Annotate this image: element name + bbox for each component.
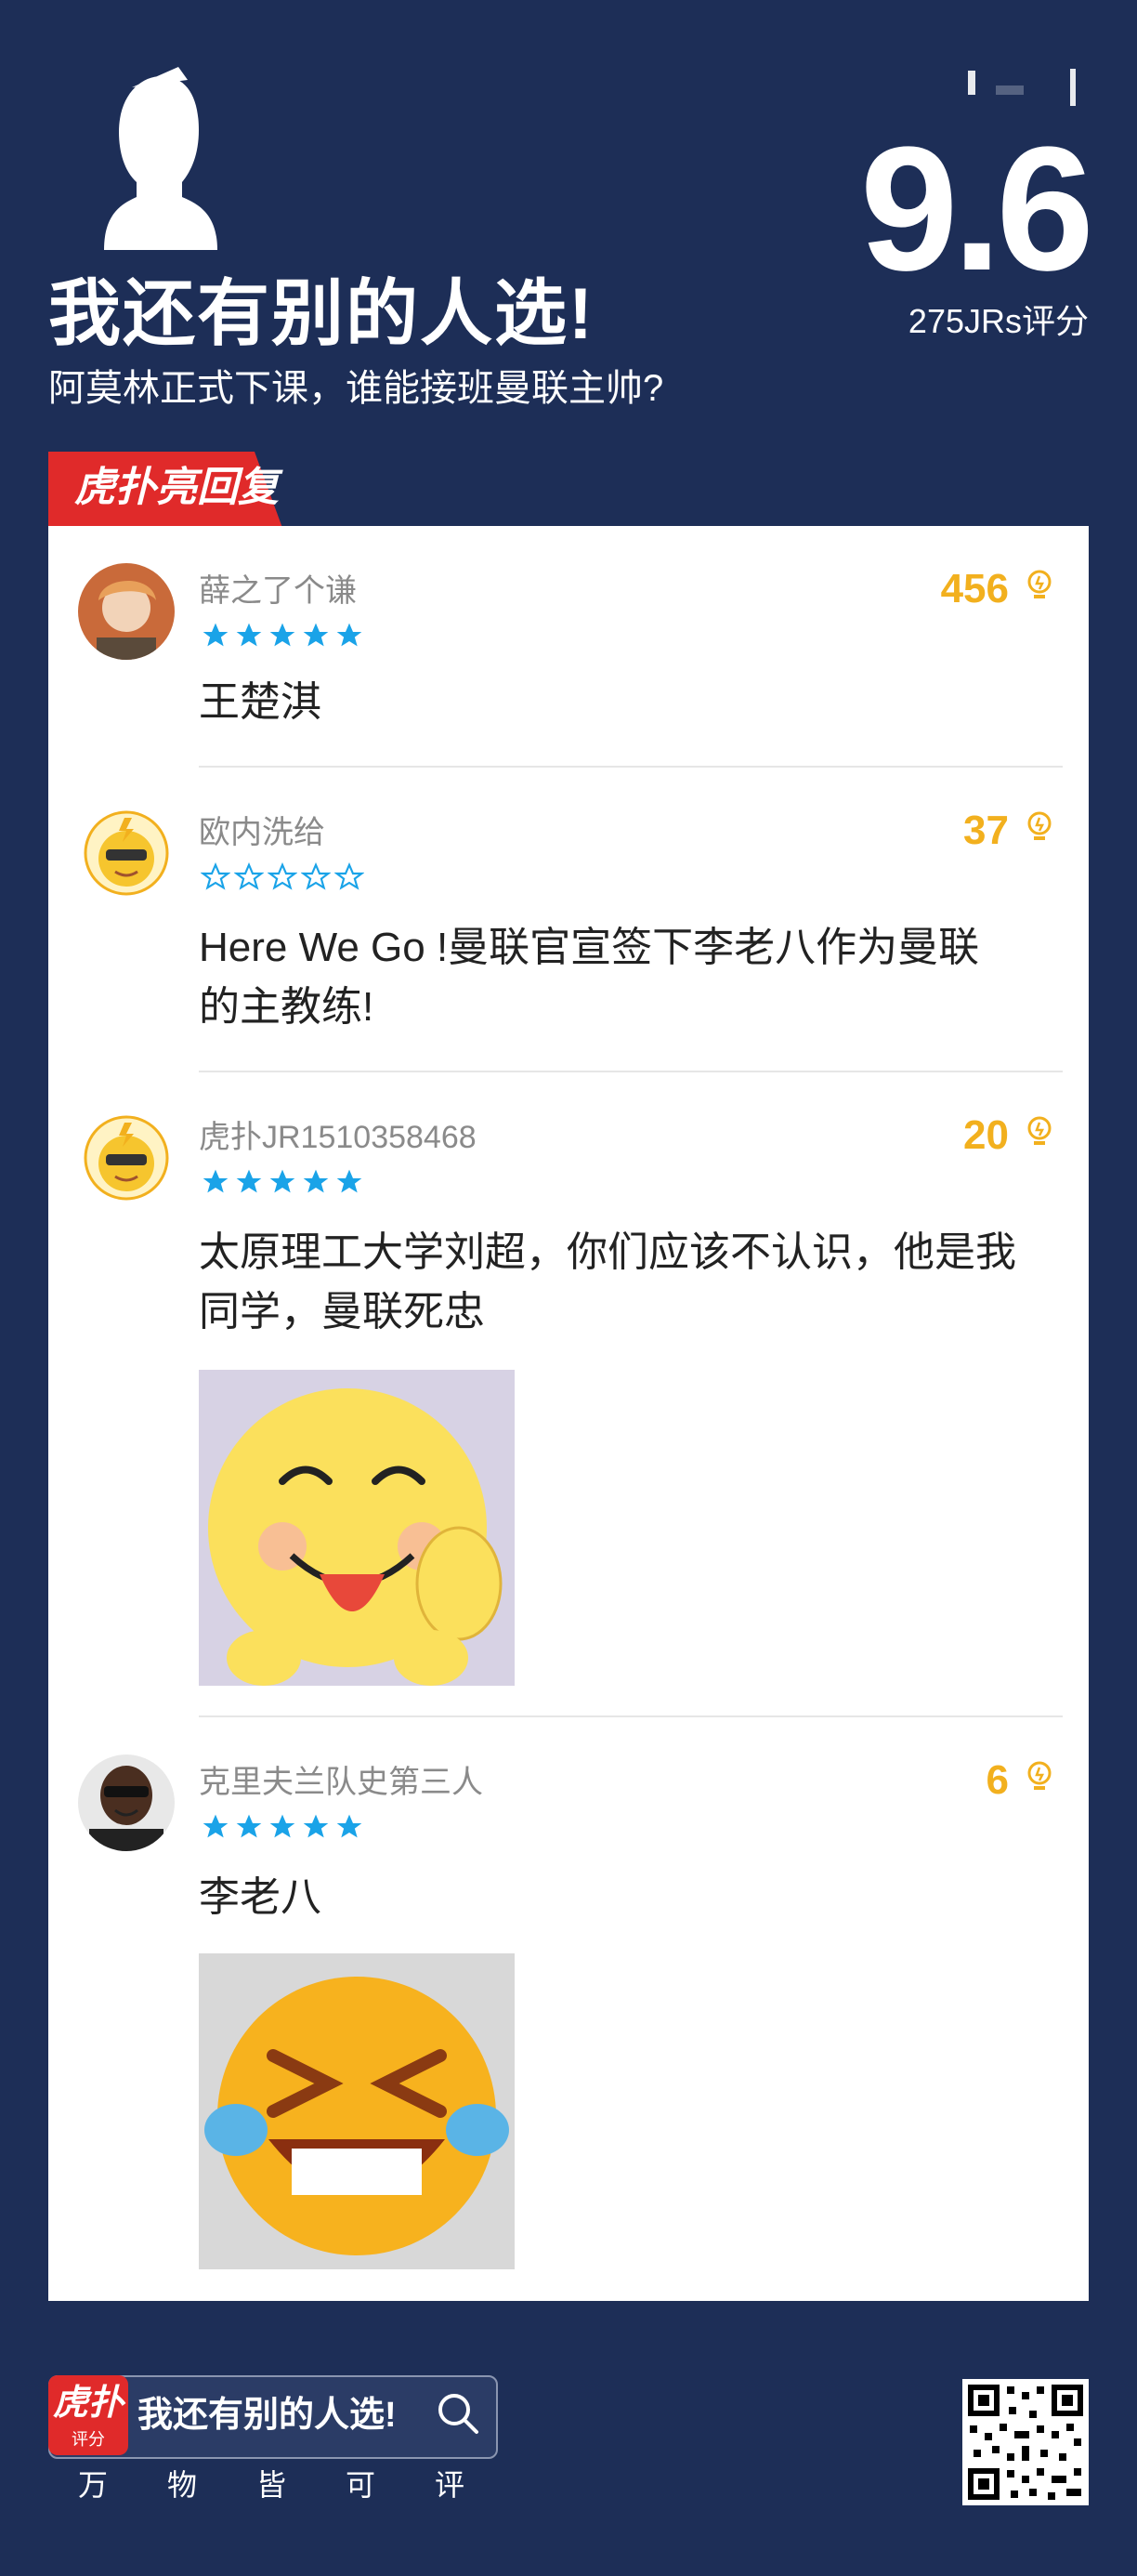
reply-text-line: 太原理工大学刘超，你们应该不认识，他是我 <box>199 1229 1016 1275</box>
star-filled-icon <box>203 1169 229 1193</box>
star-filled-icon <box>236 1169 262 1193</box>
slogan-char: 皆 <box>255 2468 286 2502</box>
reply-text: 李老八 <box>199 1874 321 1920</box>
star-rating <box>201 862 364 892</box>
score-value: 9.6 <box>859 111 1094 308</box>
star-filled-icon <box>269 1814 295 1838</box>
star-rating <box>201 1167 364 1197</box>
search-icon[interactable] <box>435 2390 481 2437</box>
laughing-tears-emoji-image[interactable] <box>199 1953 515 2269</box>
app-logo-subtext: 评分 <box>72 2430 105 2449</box>
star-filled-icon <box>236 623 262 647</box>
reply-text-line: 的主教练! <box>199 984 374 1030</box>
avatar[interactable] <box>78 1110 175 1206</box>
star-filled-icon <box>203 1814 229 1838</box>
banner-label: 虎扑亮回复 <box>74 465 279 510</box>
star-filled-icon <box>269 623 295 647</box>
star-filled-icon <box>336 1814 362 1838</box>
reply-username[interactable]: 虎扑JR1510358468 <box>199 1117 477 1158</box>
star-filled-icon <box>303 623 329 647</box>
app-logo-text: 虎扑 <box>52 2384 124 2423</box>
slogan-char: 可 <box>345 2468 375 2502</box>
like-count: 6 <box>986 1757 1009 1803</box>
star-filled-icon <box>336 1169 362 1193</box>
header-decoration-icon <box>959 59 1089 115</box>
star-filled-icon <box>303 1814 329 1838</box>
star-empty-icon <box>268 862 297 890</box>
divider <box>199 1071 1063 1072</box>
star-empty-icon <box>301 862 331 890</box>
star-empty-icon <box>234 862 264 890</box>
light-bulb-icon[interactable] <box>1026 1760 1053 1795</box>
star-filled-icon <box>236 1814 262 1838</box>
star-empty-icon <box>201 862 230 890</box>
star-filled-icon <box>336 623 362 647</box>
rating-count: 275JRs评分 <box>908 302 1089 340</box>
star-filled-icon <box>303 1169 329 1193</box>
topic-avatar <box>48 59 234 250</box>
divider <box>199 1715 1063 1717</box>
slogan-char: 物 <box>166 2468 197 2502</box>
topic-subtitle: 阿莫林正式下课，谁能接班曼联主帅? <box>48 368 664 409</box>
reply-text-line: 同学，曼联死忠 <box>199 1289 485 1334</box>
reply-username[interactable]: 欧内洗给 <box>199 812 325 853</box>
reply-username[interactable]: 克里夫兰队史第三人 <box>199 1762 483 1803</box>
slogan: 万 物 皆 可 评 <box>48 2464 494 2505</box>
search-query[interactable]: 我还有别的人选! <box>137 2392 397 2438</box>
like-count: 20 <box>963 1112 1009 1158</box>
star-rating <box>201 621 364 651</box>
star-filled-icon <box>269 1169 295 1193</box>
reply-text-line: Here We Go !曼联官宣签下李老八作为曼联 <box>199 925 980 970</box>
avatar[interactable] <box>78 1755 175 1851</box>
light-bulb-icon[interactable] <box>1026 569 1053 604</box>
reply-username[interactable]: 薛之了个谦 <box>199 571 357 611</box>
divider <box>199 766 1063 768</box>
like-count: 37 <box>963 808 1009 853</box>
avatar[interactable] <box>78 563 175 660</box>
reply-text: 王楚淇 <box>199 679 321 725</box>
star-empty-icon <box>334 862 364 890</box>
star-filled-icon <box>203 623 229 647</box>
like-count: 456 <box>940 566 1009 611</box>
star-rating <box>201 1812 364 1842</box>
tongue-emoji-image[interactable] <box>199 1370 515 1686</box>
slogan-char: 评 <box>434 2468 464 2502</box>
qr-code[interactable] <box>962 2379 1089 2505</box>
slogan-char: 万 <box>77 2468 108 2502</box>
avatar[interactable] <box>78 805 175 901</box>
light-bulb-icon[interactable] <box>1026 810 1053 846</box>
topic-title: 我还有别的人选! <box>48 272 595 354</box>
light-bulb-icon[interactable] <box>1026 1115 1053 1150</box>
